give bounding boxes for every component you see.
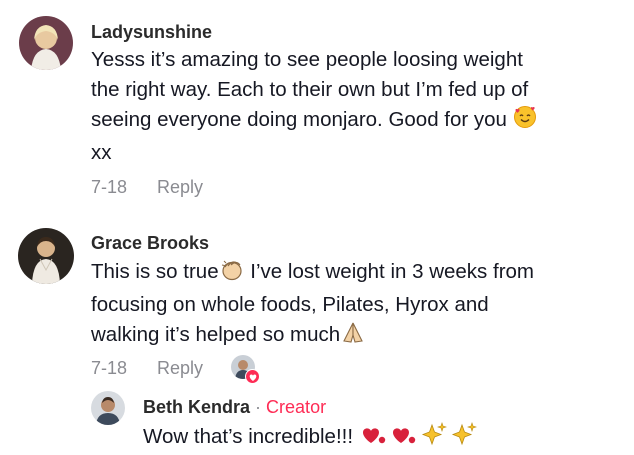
heart-exclamation-icon	[359, 424, 389, 455]
sparkles-icon	[419, 422, 449, 455]
reply-button[interactable]: Reply	[157, 177, 203, 198]
sparkles-icon	[449, 422, 479, 455]
comment-date: 7-18	[91, 358, 128, 378]
comment-text-line: This is so true	[91, 260, 219, 283]
comment-text: Yesss it’s amazing to see people loosing…	[91, 45, 611, 168]
avatar[interactable]	[18, 228, 74, 284]
avatar[interactable]	[91, 391, 125, 425]
comment-author[interactable]: Beth Kendra	[143, 397, 250, 417]
comment-date: 7-18	[91, 177, 128, 197]
comment-text-line: xx	[91, 141, 112, 164]
avatar[interactable]	[19, 16, 73, 70]
comment-text-line: Yesss it’s amazing to see people loosing…	[91, 48, 523, 71]
comment-text-line: Wow that’s incredible!!!	[143, 425, 354, 448]
comment-text-line: I’ve lost weight in 3 weeks from	[244, 260, 535, 283]
heart-icon	[245, 369, 260, 384]
comment-text-line: focusing on whole foods, Pilates, Hyrox …	[91, 293, 489, 316]
comment-author[interactable]: Grace Brooks	[91, 233, 209, 254]
folded-hands-icon	[340, 320, 366, 353]
smiling-face-with-hearts-icon	[513, 105, 537, 138]
comment-author[interactable]: Ladysunshine	[91, 22, 212, 43]
separator-dot: ·	[255, 397, 262, 417]
creator-liked-badge	[231, 355, 261, 385]
comment-text-line: seeing everyone doing monjaro. Good for …	[91, 108, 507, 131]
comment-text: Wow that’s incredible!!!	[143, 422, 634, 455]
reply-author-line: Beth Kendra · Creator	[143, 397, 326, 418]
clapping-hands-icon	[219, 257, 245, 290]
heart-exclamation-icon	[389, 424, 419, 455]
comment-text-line: the right way. Each to their own but I’m…	[91, 78, 529, 101]
comment-text: This is so true I’ve lost weight in 3 we…	[91, 257, 611, 353]
comment-text-line: walking it’s helped so much	[91, 323, 341, 346]
creator-badge: Creator	[266, 397, 327, 417]
reply-button[interactable]: Reply	[157, 358, 203, 379]
